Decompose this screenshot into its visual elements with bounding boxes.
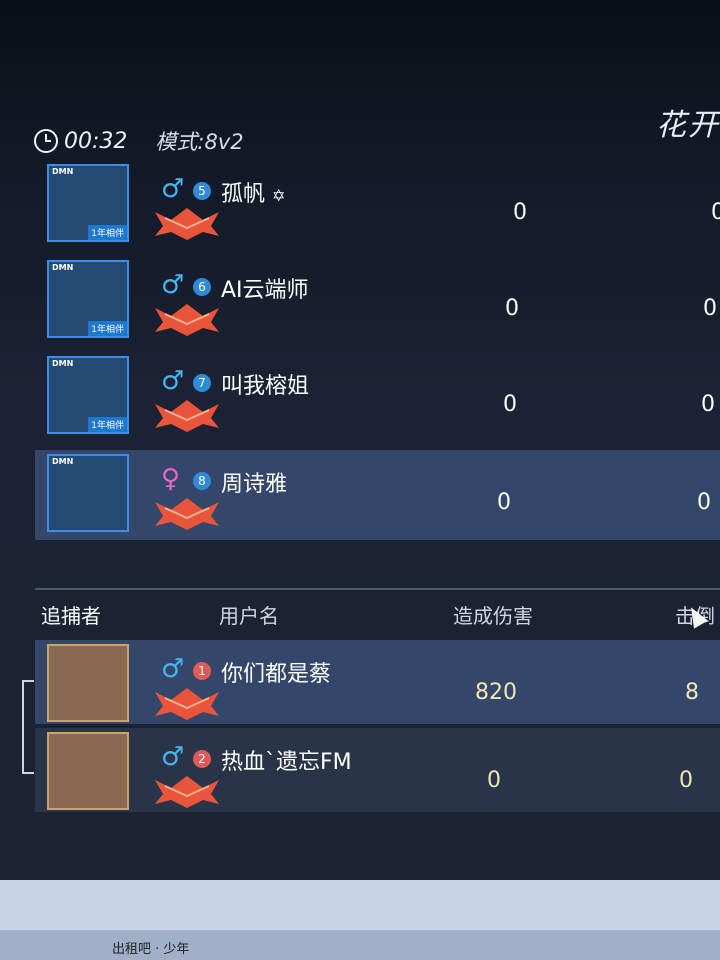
player-avatar[interactable]: DMN bbox=[47, 454, 129, 532]
male-icon: ♂ bbox=[161, 742, 185, 772]
col-username: 用户名 bbox=[219, 604, 279, 628]
player-row[interactable]: DMN 1年相伴 ♂ 7 叫我榕姐 0 0 bbox=[35, 352, 720, 442]
level-badge: 5 bbox=[193, 182, 211, 200]
player-name[interactable]: 孤帆 ✡ bbox=[221, 176, 285, 208]
taskbar bbox=[0, 930, 720, 960]
avatar-ribbon: 1年相伴 bbox=[88, 417, 127, 432]
stat-value: 0 bbox=[513, 200, 527, 225]
chasers-table-header: 追捕者 用户名 造成伤害 击倒 bbox=[35, 598, 720, 634]
female-icon: ♀ bbox=[161, 464, 181, 494]
stat-value: 0 bbox=[503, 392, 517, 417]
stat-value: 0 bbox=[701, 392, 715, 417]
team-bracket bbox=[22, 680, 34, 774]
player-name[interactable]: 热血`遗忘FM bbox=[221, 744, 352, 776]
rank-badge-icon bbox=[155, 776, 219, 808]
rank-badge-icon bbox=[155, 400, 219, 432]
damage-value: 0 bbox=[487, 768, 501, 793]
player-row[interactable]: DMN ♀ 8 周诗雅 0 0 bbox=[35, 450, 720, 540]
player-row[interactable]: DMN 1年相伴 ♂ 5 孤帆 ✡ 0 0 bbox=[35, 160, 720, 250]
col-damage: 造成伤害 bbox=[453, 604, 533, 628]
stat-value: 0 bbox=[711, 200, 720, 225]
knockdown-value: 0 bbox=[679, 768, 693, 793]
chaser-row[interactable]: ♂ 1 你们都是蔡 820 8 bbox=[35, 640, 720, 724]
avatar-tag: DMN bbox=[52, 359, 74, 368]
player-avatar[interactable]: DMN 1年相伴 bbox=[47, 356, 129, 434]
male-icon: ♂ bbox=[161, 270, 185, 300]
col-team: 追捕者 bbox=[41, 604, 101, 628]
chaser-row[interactable]: ♂ 2 热血`遗忘FM 0 0 bbox=[35, 728, 720, 812]
male-icon: ♂ bbox=[161, 654, 185, 684]
room-title: 花开 bbox=[656, 108, 720, 143]
stat-value: 0 bbox=[497, 490, 511, 515]
clock-icon bbox=[34, 129, 58, 153]
rank-badge-icon bbox=[155, 688, 219, 720]
timer-value: 00:32 bbox=[64, 128, 128, 154]
player-avatar[interactable]: DMN 1年相伴 bbox=[47, 260, 129, 338]
level-badge: 8 bbox=[193, 472, 211, 490]
avatar-ribbon: 1年相伴 bbox=[88, 225, 127, 240]
match-timer: 00:32 模式:8v2 bbox=[34, 126, 244, 156]
knockdown-value: 8 bbox=[685, 680, 699, 705]
level-badge: 1 bbox=[193, 662, 211, 680]
male-icon: ♂ bbox=[161, 174, 185, 204]
level-badge: 7 bbox=[193, 374, 211, 392]
rank-badge-icon bbox=[155, 498, 219, 530]
player-avatar[interactable] bbox=[47, 732, 129, 810]
stat-value: 0 bbox=[703, 296, 717, 321]
player-avatar[interactable] bbox=[47, 644, 129, 722]
level-badge: 2 bbox=[193, 750, 211, 768]
rank-badge-icon bbox=[155, 208, 219, 240]
section-divider bbox=[35, 588, 720, 590]
player-name[interactable]: 你们都是蔡 bbox=[221, 656, 331, 688]
rank-badge-icon bbox=[155, 304, 219, 336]
avatar-tag: DMN bbox=[52, 167, 74, 176]
player-name[interactable]: AI云端师 bbox=[221, 272, 309, 304]
game-mode: 模式:8v2 bbox=[155, 130, 244, 154]
level-badge: 6 bbox=[193, 278, 211, 296]
avatar-tag: DMN bbox=[52, 263, 74, 272]
player-name[interactable]: 周诗雅 bbox=[221, 466, 287, 498]
player-avatar[interactable]: DMN 1年相伴 bbox=[47, 164, 129, 242]
player-name[interactable]: 叫我榕姐 bbox=[221, 368, 309, 400]
stat-value: 0 bbox=[697, 490, 711, 515]
avatar-ribbon: 1年相伴 bbox=[88, 321, 127, 336]
male-icon: ♂ bbox=[161, 366, 185, 396]
damage-value: 820 bbox=[475, 680, 517, 705]
avatar-tag: DMN bbox=[52, 457, 74, 466]
taskbar-item[interactable]: 出租吧 · 少年 bbox=[112, 938, 189, 957]
stat-value: 0 bbox=[505, 296, 519, 321]
player-row[interactable]: DMN 1年相伴 ♂ 6 AI云端师 0 0 bbox=[35, 256, 720, 346]
